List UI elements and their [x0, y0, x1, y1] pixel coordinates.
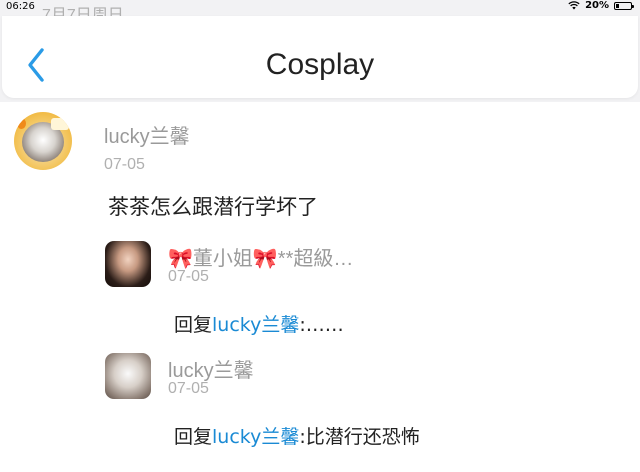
navigation-bar: Cosplay	[2, 16, 638, 98]
avatar[interactable]	[14, 112, 72, 170]
post-username[interactable]: lucky兰馨	[104, 120, 190, 149]
author-badge-icon	[51, 118, 69, 130]
reply-text[interactable]: 回复lucky兰馨:比潜行还恐怖	[174, 422, 420, 449]
reply-date: 07-05	[168, 268, 209, 285]
reply-avatar[interactable]	[105, 241, 151, 287]
balloon-icon	[17, 118, 26, 129]
reply-date: 07-05	[168, 380, 209, 397]
wifi-icon	[568, 1, 580, 10]
reply-body: :比潜行还恐怖	[299, 426, 420, 448]
status-time: 06:26	[6, 1, 35, 12]
reply-mention[interactable]: lucky兰馨	[212, 426, 299, 448]
status-bar: 06:26 7月7日周日 20%	[0, 0, 640, 24]
reply-avatar[interactable]	[105, 353, 151, 399]
post-date: 07-05	[104, 156, 145, 173]
page-title: Cosplay	[265, 48, 375, 81]
comment-thread: lucky兰馨 07-05 茶茶怎么跟潜行学坏了 🎀董小姐🎀**超級… 07-0…	[0, 102, 640, 472]
reply-prefix: 回复	[174, 426, 213, 448]
reply-prefix: 回复	[174, 314, 213, 336]
status-right: 20%	[568, 0, 634, 11]
reply-text[interactable]: 回复lucky兰馨:……	[174, 310, 344, 337]
reply-username[interactable]: 🎀董小姐🎀**超級…	[168, 242, 353, 271]
battery-icon	[614, 1, 634, 10]
reply-username[interactable]: lucky兰馨	[168, 354, 254, 383]
reply-body: :……	[299, 314, 344, 336]
post-comment[interactable]: 茶茶怎么跟潜行学坏了	[108, 191, 318, 221]
battery-fill	[616, 3, 619, 8]
battery-percent: 20%	[585, 0, 609, 11]
reply-mention[interactable]: lucky兰馨	[212, 314, 299, 336]
